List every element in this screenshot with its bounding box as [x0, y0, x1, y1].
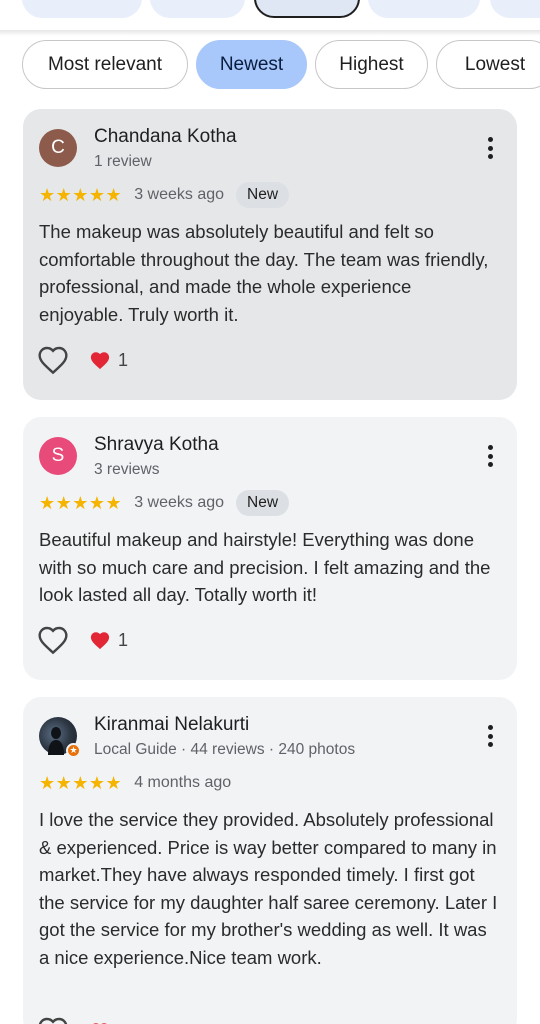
review-card: C Chandana Kotha 1 review ★★★★★ 3 weeks …	[23, 109, 517, 400]
reaction-summary[interactable]: 1	[89, 630, 128, 651]
reviewer-meta: 1 review	[94, 153, 152, 170]
star-rating: ★★★★★	[39, 772, 123, 793]
avatar[interactable]: ★	[39, 717, 81, 758]
heart-outline-icon[interactable]	[37, 625, 69, 655]
review-text: Beautiful makeup and hairstyle! Everythi…	[39, 529, 491, 605]
sort-chip-lowest[interactable]: Lowest	[436, 40, 540, 89]
rating-row: ★★★★★ 3 weeks ago New	[39, 490, 290, 516]
review-actions: 1	[37, 344, 128, 376]
star-rating: ★★★★★	[39, 184, 123, 205]
sort-chip-newest[interactable]: Newest	[196, 40, 307, 89]
filter-chip[interactable]	[368, 0, 480, 18]
review-actions	[37, 1015, 111, 1024]
sort-chip-row: Most relevant Newest Highest Lowest	[0, 40, 540, 90]
more-vert-icon[interactable]	[485, 725, 495, 751]
filter-chip-row	[0, 0, 540, 18]
review-text: I love the service they provided. Absolu…	[39, 809, 498, 968]
new-badge: New	[236, 182, 290, 208]
local-guide-star-icon: ★	[66, 743, 81, 758]
rating-row: ★★★★★ 3 weeks ago New	[39, 182, 290, 208]
review-time: 4 months ago	[134, 774, 232, 791]
sort-chip-most-relevant[interactable]: Most relevant	[22, 40, 188, 89]
reaction-summary[interactable]: 1	[89, 350, 128, 371]
reviewer-meta: Local Guide · 44 reviews · 240 photos	[94, 741, 356, 758]
rating-row: ★★★★★ 4 months ago	[39, 770, 231, 796]
filter-chip[interactable]	[490, 0, 540, 18]
avatar[interactable]: C	[39, 129, 77, 167]
filter-chip[interactable]	[150, 0, 245, 18]
review-time: 3 weeks ago	[134, 186, 225, 203]
sort-chip-highest[interactable]: Highest	[315, 40, 428, 89]
more-vert-icon[interactable]	[485, 445, 495, 471]
reviewer-name[interactable]: Shravya Kotha	[94, 434, 219, 456]
review-card: ★ Kiranmai Nelakurti Local Guide · 44 re…	[23, 697, 517, 1024]
more-vert-icon[interactable]	[485, 137, 495, 163]
new-badge: New	[236, 490, 290, 516]
reaction-count: 1	[118, 629, 129, 650]
review-card: S Shravya Kotha 3 reviews ★★★★★ 3 weeks …	[23, 417, 517, 680]
filter-chip[interactable]	[22, 0, 142, 18]
reaction-count: 1	[118, 349, 129, 370]
heart-outline-icon[interactable]	[37, 1016, 69, 1024]
review-time: 3 weeks ago	[134, 494, 225, 511]
heart-outline-icon[interactable]	[37, 345, 69, 375]
filter-chip-selected[interactable]	[254, 0, 360, 18]
reviewer-meta: 3 reviews	[94, 461, 160, 478]
reviewer-name[interactable]: Chandana Kotha	[94, 126, 237, 148]
reviewer-name[interactable]: Kiranmai Nelakurti	[94, 714, 249, 736]
review-text: The makeup was absolutely beautiful and …	[39, 221, 489, 325]
red-heart-icon	[90, 632, 110, 650]
star-rating: ★★★★★	[39, 492, 123, 513]
red-heart-icon	[90, 352, 110, 370]
review-actions: 1	[37, 624, 128, 656]
avatar[interactable]: S	[39, 437, 77, 475]
header-shadow	[0, 30, 540, 36]
